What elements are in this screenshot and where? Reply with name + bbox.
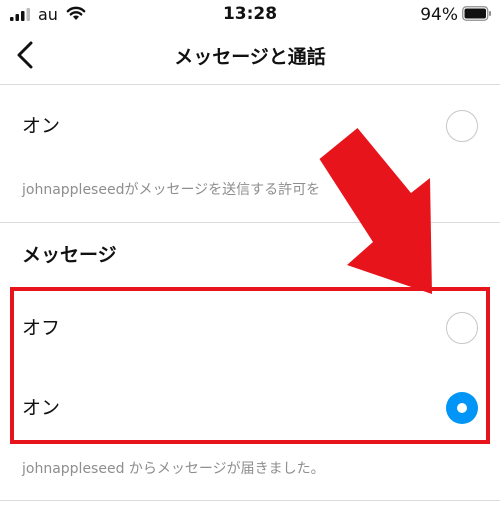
radio-button[interactable] <box>446 312 478 344</box>
screen: au 13:28 94% メッセージと通話 オン johnappleseedがメ… <box>0 0 500 520</box>
radio-button[interactable] <box>446 110 478 142</box>
option-row-off[interactable]: オフ <box>0 288 500 368</box>
battery-icon <box>462 5 492 25</box>
option-row-on[interactable]: オン <box>0 368 500 448</box>
option-label: オン <box>22 397 61 419</box>
battery-percent: 94% <box>420 5 458 25</box>
option-row-on-top[interactable]: オン <box>0 86 500 166</box>
option-label: オフ <box>22 317 61 339</box>
nav-bar: メッセージと通話 <box>0 30 500 85</box>
section-title-messages: メッセージ <box>22 244 117 266</box>
status-right: 94% <box>420 4 492 26</box>
radio-button-selected[interactable] <box>446 392 478 424</box>
divider <box>0 500 500 501</box>
divider <box>0 222 500 223</box>
status-bar: au 13:28 94% <box>0 0 500 30</box>
messages-description: johnappleseed からメッセージが届きました。 <box>22 461 325 477</box>
top-description: johnappleseedがメッセージを送信する許可を います。 <box>22 182 403 198</box>
option-label: オン <box>22 115 61 137</box>
page-title: メッセージと通話 <box>174 46 326 68</box>
